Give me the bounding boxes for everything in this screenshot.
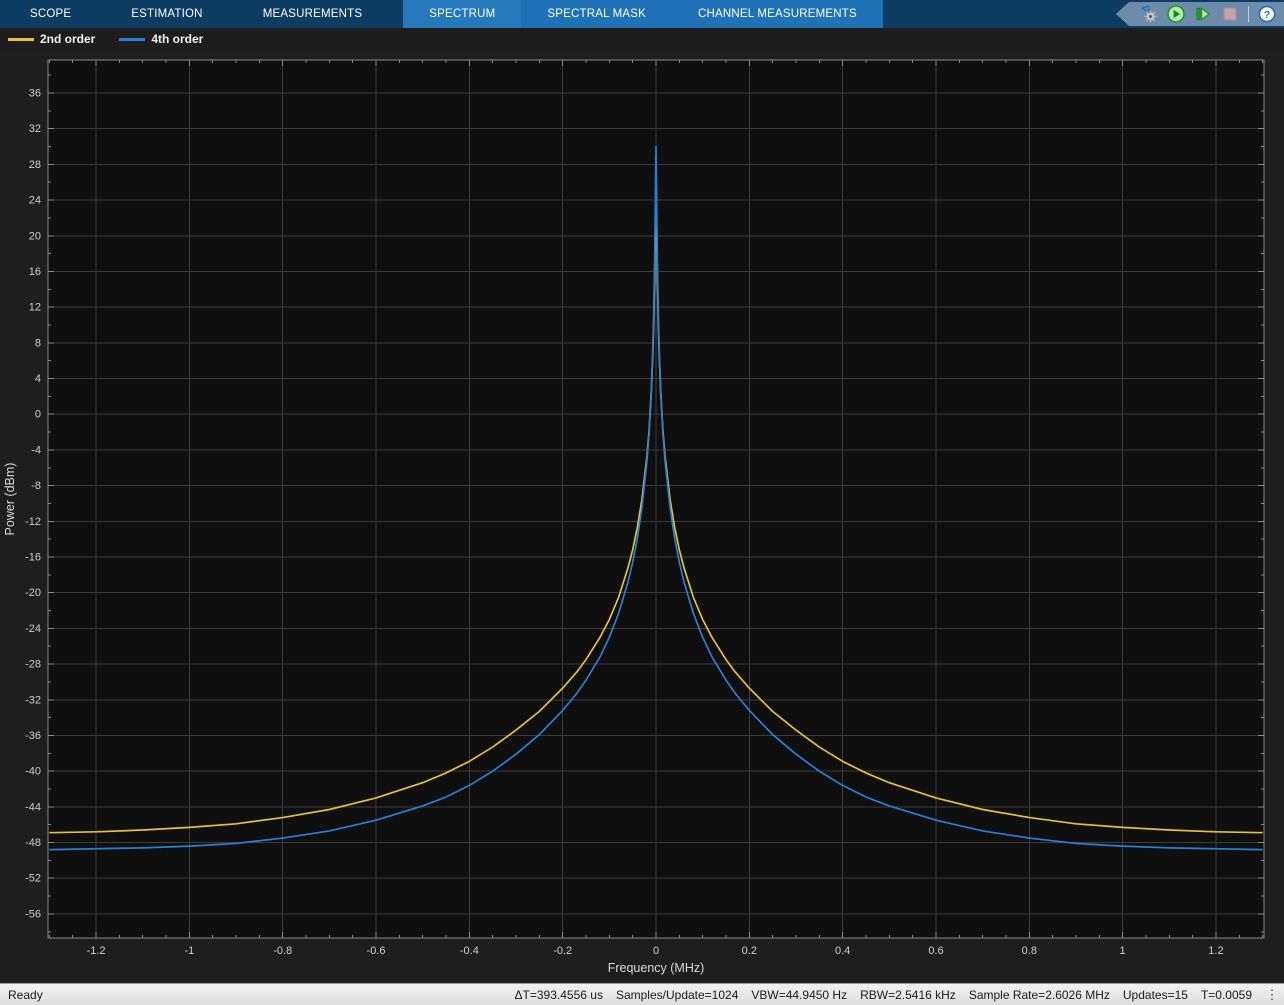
svg-text:-56: -56 — [25, 908, 41, 920]
svg-text:-1: -1 — [184, 945, 194, 957]
x-axis-label: Frequency (MHz) — [608, 961, 705, 975]
status-delta-t: ΔT=393.4556 us — [515, 988, 603, 1002]
svg-text:-16: -16 — [25, 551, 41, 563]
playback-quick-bar: ? — [1116, 2, 1284, 26]
svg-text:-52: -52 — [25, 873, 41, 885]
y-axis-label: Power (dBm) — [3, 463, 17, 536]
svg-text:0.4: 0.4 — [835, 945, 850, 957]
simulation-settings-icon[interactable] — [1140, 5, 1158, 23]
legend-item-2nd-order[interactable]: 2nd order — [8, 32, 95, 46]
svg-text:0.2: 0.2 — [742, 945, 757, 957]
status-overflow-menu-icon[interactable]: ⋮ — [1266, 984, 1284, 1005]
svg-text:-48: -48 — [25, 837, 41, 849]
svg-text:16: 16 — [29, 266, 41, 278]
tab-scope[interactable]: SCOPE — [0, 0, 101, 28]
svg-text:0: 0 — [35, 409, 41, 421]
svg-text:-28: -28 — [25, 659, 41, 671]
legend-label-4th-order: 4th order — [151, 32, 203, 46]
svg-text:-8: -8 — [31, 480, 41, 492]
svg-text:24: 24 — [29, 195, 41, 207]
contextual-tab-group: SPECTRUM SPECTRAL MASK CHANNEL MEASUREME… — [403, 0, 883, 28]
svg-text:-24: -24 — [25, 623, 41, 635]
svg-text:-44: -44 — [25, 801, 41, 813]
status-ready-text: Ready — [0, 988, 43, 1002]
svg-text:-20: -20 — [25, 587, 41, 599]
svg-text:?: ? — [1264, 9, 1270, 21]
svg-text:-0.4: -0.4 — [460, 945, 479, 957]
quickbar-separator — [1248, 6, 1249, 22]
status-samples-per-update: Samples/Update=1024 — [616, 988, 738, 1002]
svg-text:0.8: 0.8 — [1022, 945, 1037, 957]
run-icon[interactable] — [1167, 5, 1185, 23]
svg-text:32: 32 — [29, 123, 41, 135]
status-time: T=0.0059 — [1201, 988, 1252, 1002]
svg-text:1.2: 1.2 — [1208, 945, 1223, 957]
svg-text:0: 0 — [653, 945, 659, 957]
svg-text:-40: -40 — [25, 766, 41, 778]
status-metrics: ΔT=393.4556 us Samples/Update=1024 VBW=4… — [515, 988, 1266, 1002]
legend-item-4th-order[interactable]: 4th order — [119, 32, 203, 46]
svg-text:0.6: 0.6 — [928, 945, 943, 957]
svg-text:-1.2: -1.2 — [87, 945, 106, 957]
help-icon[interactable]: ? — [1258, 5, 1276, 23]
svg-text:-32: -32 — [25, 694, 41, 706]
svg-text:-12: -12 — [25, 516, 41, 528]
legend-label-2nd-order: 2nd order — [40, 32, 95, 46]
status-vbw: VBW=44.9450 Hz — [751, 988, 847, 1002]
spectrum-plot[interactable]: -1.2 -1 -0.8 -0.6 -0.4 -0.2 0 0.2 0.4 0.6 0.8 1 1.2 3… — [0, 50, 1284, 983]
legend-line-4th-order — [119, 38, 145, 41]
tab-estimation[interactable]: ESTIMATION — [101, 0, 232, 28]
svg-text:-36: -36 — [25, 730, 41, 742]
toolstrip: SCOPE ESTIMATION MEASUREMENTS SPECTRUM S… — [0, 0, 1284, 28]
tab-channel-measurements[interactable]: CHANNEL MEASUREMENTS — [672, 0, 883, 28]
status-rbw: RBW=2.5416 kHz — [860, 988, 956, 1002]
tab-measurements[interactable]: MEASUREMENTS — [233, 0, 393, 28]
status-bar: Ready ΔT=393.4556 us Samples/Update=1024… — [0, 983, 1284, 1005]
svg-text:4: 4 — [35, 373, 41, 385]
stop-icon — [1221, 5, 1239, 23]
step-forward-icon[interactable] — [1194, 5, 1212, 23]
svg-text:-0.6: -0.6 — [367, 945, 386, 957]
svg-text:1: 1 — [1120, 945, 1126, 957]
svg-text:-0.2: -0.2 — [553, 945, 572, 957]
svg-text:12: 12 — [29, 302, 41, 314]
legend-line-2nd-order — [8, 38, 34, 41]
tab-spectrum[interactable]: SPECTRUM — [403, 0, 521, 28]
svg-text:-0.8: -0.8 — [273, 945, 292, 957]
svg-text:8: 8 — [35, 337, 41, 349]
status-updates: Updates=15 — [1123, 988, 1188, 1002]
svg-text:36: 36 — [29, 88, 41, 100]
status-sample-rate: Sample Rate=2.6026 MHz — [969, 988, 1110, 1002]
svg-text:20: 20 — [29, 230, 41, 242]
svg-text:28: 28 — [29, 159, 41, 171]
tab-spectral-mask[interactable]: SPECTRAL MASK — [521, 0, 672, 28]
legend: 2nd order 4th order — [0, 28, 1284, 50]
svg-text:-4: -4 — [31, 444, 41, 456]
